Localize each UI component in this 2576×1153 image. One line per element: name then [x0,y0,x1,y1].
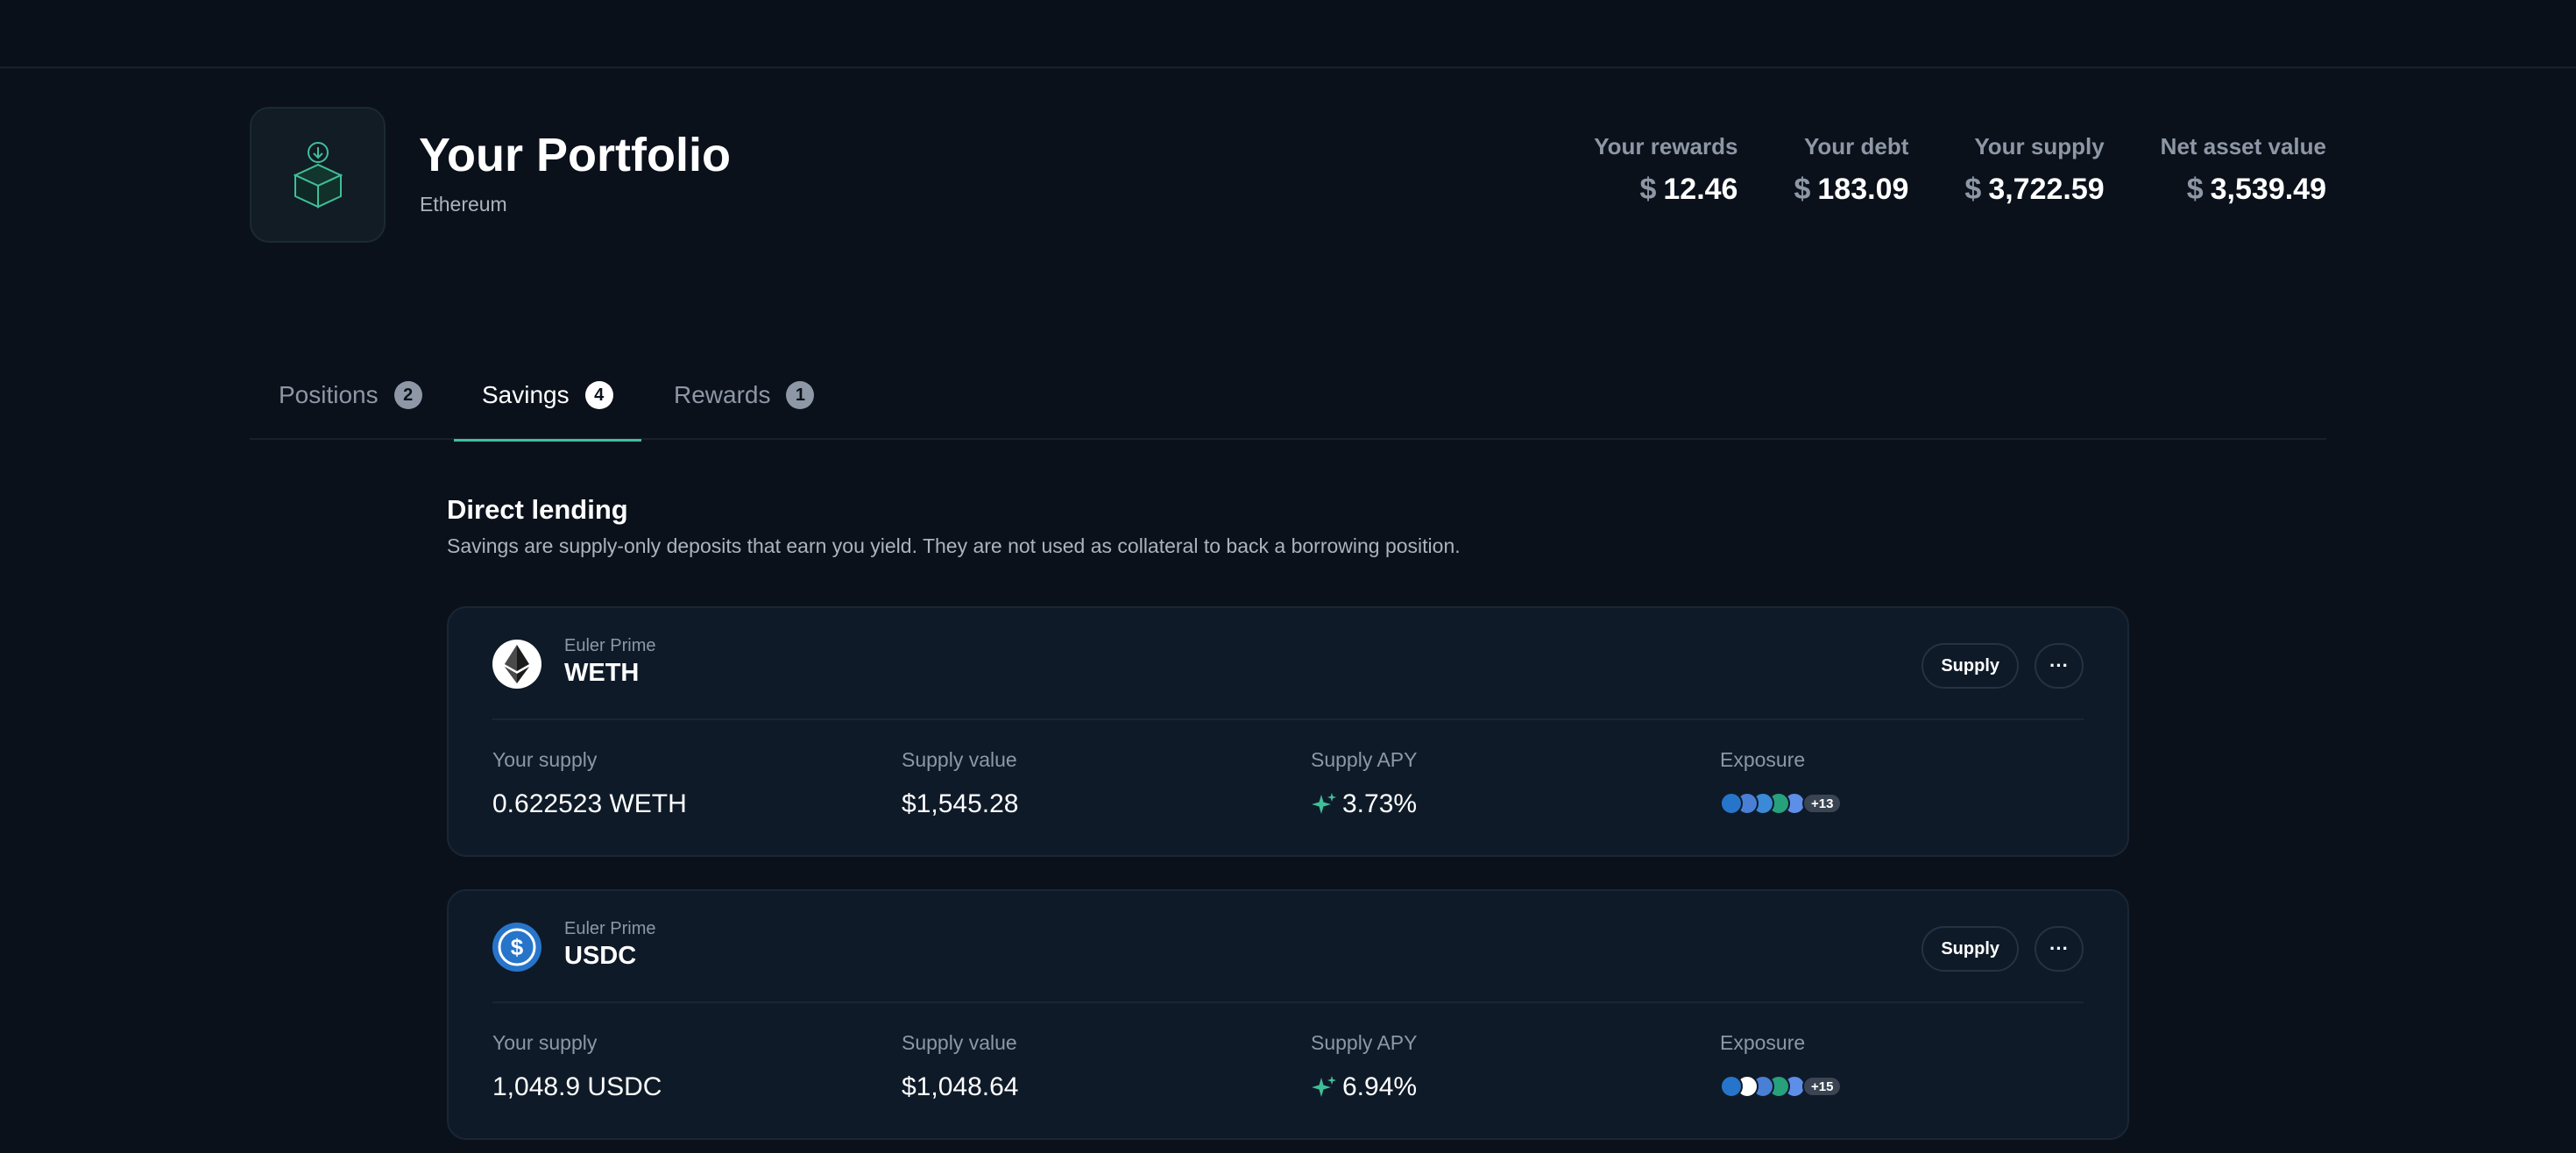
card-metrics: Your supply 1,048.9 USDC Supply value $1… [492,1031,2084,1110]
usdc-icon: $ [492,923,541,972]
metric-label: Your supply [492,1031,598,1054]
vault-name: Euler Prime [564,919,656,938]
metric-label: Supply value [902,748,1017,771]
metric-value: 1,048.9 USDC [492,1072,662,1101]
savings-card-weth: Euler Prime WETH Supply ··· Your supply … [447,606,2129,857]
metric-your-supply: Your supply 0.622523 WETH [492,748,687,819]
count-badge: 1 [786,381,815,409]
stat-value: $3,539.49 [2161,173,2326,207]
stat-rewards: Your rewards $12.46 [1594,133,1737,207]
portfolio-header: Your Portfolio Ethereum Your rewards $12… [250,107,2326,244]
exposure-more-count: +15 [1802,1076,1843,1097]
metric-exposure: Exposure +15 [1720,1031,1843,1099]
portfolio-tabs: Positions 2 Savings 4 Rewards 1 [250,350,2326,442]
card-metrics: Your supply 0.622523 WETH Supply value $… [492,748,2084,827]
page-title: Your Portfolio [419,129,731,181]
stat-amount: 3,539.49 [2210,173,2326,206]
currency-symbol: $ [1794,173,1811,206]
tab-savings[interactable]: Savings 4 [454,350,641,442]
tab-label: Rewards [674,381,771,408]
stat-value: $183.09 [1794,173,1908,207]
more-options-button[interactable]: ··· [2035,926,2084,972]
more-options-button[interactable]: ··· [2035,643,2084,689]
exposure-list[interactable]: +15 [1720,1074,1843,1099]
tab-label: Savings [482,381,570,408]
metric-value: 3.73% [1311,789,1417,819]
supply-button[interactable]: Supply [1921,643,2019,689]
stat-amount: 183.09 [1817,173,1909,206]
metric-label: Your supply [492,748,598,771]
metric-label: Supply APY [1311,748,1418,771]
metric-label: Exposure [1720,748,1806,771]
section-title: Direct lending [447,494,628,525]
exposure-list[interactable]: +13 [1720,791,1843,816]
exposure-more-count: +13 [1802,793,1843,814]
currency-symbol: $ [1964,173,1982,206]
exposure-token-icon [1720,1075,1743,1098]
asset-symbol: WETH [564,659,640,687]
box-download-icon [293,141,343,209]
card-header: $ Euler Prime USDC Supply ··· [492,891,2084,1003]
stat-label: Net asset value [2160,133,2326,159]
metric-label: Supply value [902,1031,1017,1054]
sparkle-icon [1311,791,1337,817]
metric-value: 6.94% [1311,1072,1417,1102]
svg-text:$: $ [511,934,524,960]
savings-card-usdc: $ Euler Prime USDC Supply ··· Your suppl… [447,889,2129,1140]
metric-value: $1,048.64 [902,1072,1019,1101]
stat-label: Your supply [1974,133,2105,159]
metric-supply-apy: Supply APY 6.94% [1311,1031,1417,1102]
stat-label: Your rewards [1594,133,1738,159]
metric-supply-value: Supply value $1,048.64 [902,1031,1018,1102]
count-badge: 2 [393,381,422,409]
apy-value: 6.94% [1342,1072,1418,1101]
asset-symbol: USDC [564,942,637,970]
vault-name: Euler Prime [564,636,656,655]
section-description: Savings are supply-only deposits that ea… [447,534,1461,557]
stat-supply: Your supply $3,722.59 [1964,133,2104,207]
metric-label: Exposure [1720,1031,1806,1054]
ethereum-icon [492,640,541,689]
apy-value: 3.73% [1342,789,1418,818]
metric-exposure: Exposure +13 [1720,748,1843,816]
currency-symbol: $ [2186,173,2204,206]
network-label: Ethereum [420,193,507,216]
supply-button[interactable]: Supply [1921,926,2019,972]
currency-symbol: $ [1639,173,1657,206]
metric-your-supply: Your supply 1,048.9 USDC [492,1031,662,1102]
metric-label: Supply APY [1311,1031,1418,1054]
metric-value: 0.622523 WETH [492,789,687,818]
stat-value: $12.46 [1594,173,1737,207]
sparkle-icon [1311,1074,1337,1100]
stat-value: $3,722.59 [1964,173,2104,207]
count-badge: 4 [584,381,613,409]
stat-amount: 12.46 [1663,173,1738,206]
tab-label: Positions [279,381,379,408]
stat-net-asset-value: Net asset value $3,539.49 [2161,133,2326,207]
stat-debt: Your debt $183.09 [1794,133,1908,207]
metric-supply-value: Supply value $1,545.28 [902,748,1018,819]
stat-label: Your debt [1803,133,1909,159]
card-header: Euler Prime WETH Supply ··· [492,608,2084,720]
tab-rewards[interactable]: Rewards 1 [674,350,815,440]
stat-amount: 3,722.59 [1988,173,2105,206]
metric-supply-apy: Supply APY 3.73% [1311,748,1417,819]
portfolio-logo [250,107,386,243]
portfolio-stats: Your rewards $12.46 Your debt $183.09 Yo… [1594,133,2326,207]
exposure-token-icon [1720,792,1743,815]
tab-positions[interactable]: Positions 2 [279,350,422,440]
top-navigation-bar [0,0,2576,68]
metric-value: $1,545.28 [902,789,1019,818]
